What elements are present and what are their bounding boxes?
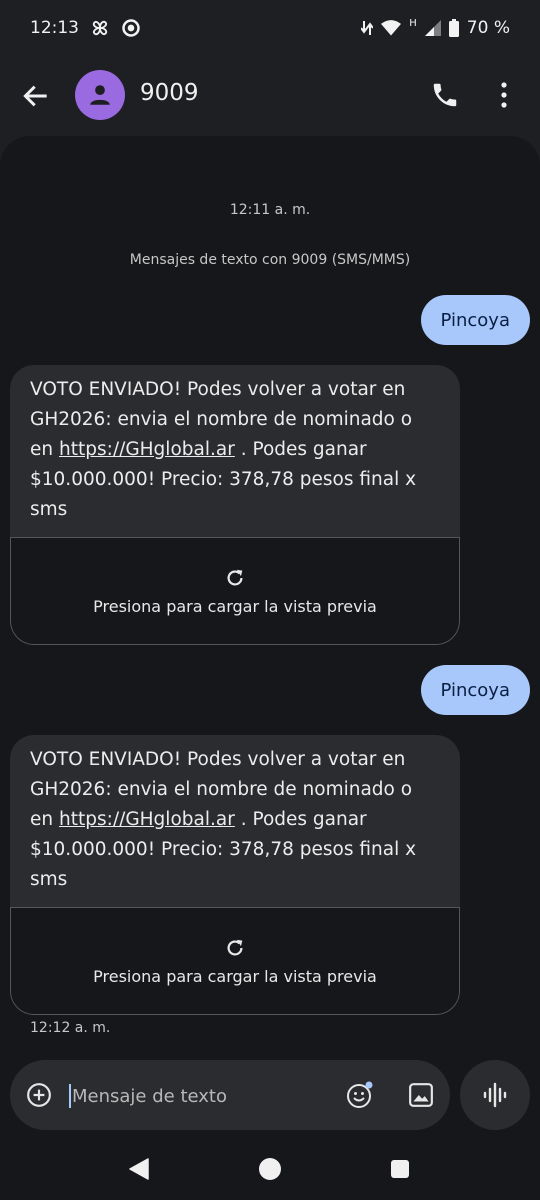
status-left: 12:13 xyxy=(30,17,141,39)
circle-notification-icon xyxy=(122,19,140,37)
received-message-text: VOTO ENVIADO! Podes volver a votar en GH… xyxy=(10,735,460,907)
more-vert-icon[interactable] xyxy=(492,80,516,110)
received-message-bubble[interactable]: VOTO ENVIADO! Podes volver a votar en GH… xyxy=(10,365,460,645)
link-preview-button[interactable]: Presiona para cargar la vista previa xyxy=(10,907,460,1015)
app-bar: 9009 xyxy=(0,56,540,136)
conversation-info: Mensajes de texto con 9009 (SMS/MMS) xyxy=(129,252,411,268)
phone-icon[interactable] xyxy=(430,80,460,110)
status-right: H 70 % xyxy=(361,18,510,38)
conversation-panel[interactable]: 12:11 a. m. Mensajes de texto con 9009 (… xyxy=(0,136,540,1050)
received-message-text: VOTO ENVIADO! Podes volver a votar en GH… xyxy=(10,365,460,537)
nav-home-button[interactable] xyxy=(259,1158,281,1180)
compose-area xyxy=(0,1050,540,1140)
message-timestamp: 12:12 a. m. xyxy=(30,1020,111,1036)
link-preview-button[interactable]: Presiona para cargar la vista previa xyxy=(10,537,460,645)
link-preview-label: Presiona para cargar la vista previa xyxy=(93,966,377,986)
pinwheel-notification-icon xyxy=(92,20,108,36)
sent-message-text: Pincoya xyxy=(440,309,510,331)
wifi-icon xyxy=(381,20,402,36)
image-icon[interactable] xyxy=(408,1082,434,1108)
message-input[interactable] xyxy=(70,1075,334,1117)
message-link[interactable]: https://GHglobal.ar xyxy=(59,439,235,460)
nav-recents-button[interactable] xyxy=(391,1160,409,1178)
arrow-back-icon[interactable] xyxy=(20,80,52,112)
person-icon xyxy=(90,85,110,105)
contact-name[interactable]: 9009 xyxy=(140,80,199,106)
status-time: 12:13 xyxy=(30,18,79,38)
network-type-label: H xyxy=(409,17,417,29)
voice-record-button[interactable] xyxy=(460,1060,530,1130)
battery-icon xyxy=(448,19,459,37)
refresh-icon xyxy=(227,569,243,586)
signal-icon xyxy=(424,20,441,36)
avatar[interactable] xyxy=(75,70,125,120)
nav-back-icon[interactable] xyxy=(128,1158,150,1180)
link-preview-label: Presiona para cargar la vista previa xyxy=(93,596,377,616)
sent-message-bubble[interactable]: Pincoya xyxy=(420,295,530,345)
battery-percent: 70 % xyxy=(466,18,510,38)
voice-wave-icon xyxy=(483,1082,507,1108)
sent-message-bubble[interactable]: Pincoya xyxy=(420,665,530,715)
received-message-bubble[interactable]: VOTO ENVIADO! Podes volver a votar en GH… xyxy=(10,735,460,1015)
emoji-icon[interactable] xyxy=(346,1081,374,1109)
message-timestamp: 12:11 a. m. xyxy=(229,202,311,218)
system-nav-bar xyxy=(0,1140,540,1200)
add-circle-icon[interactable] xyxy=(26,1082,52,1108)
status-bar: 12:13 H 70 % xyxy=(0,0,540,56)
refresh-icon xyxy=(227,939,243,956)
data-arrows-icon xyxy=(361,21,374,35)
compose-field[interactable] xyxy=(10,1060,450,1130)
sent-message-text: Pincoya xyxy=(440,679,510,701)
message-link[interactable]: https://GHglobal.ar xyxy=(59,809,235,830)
